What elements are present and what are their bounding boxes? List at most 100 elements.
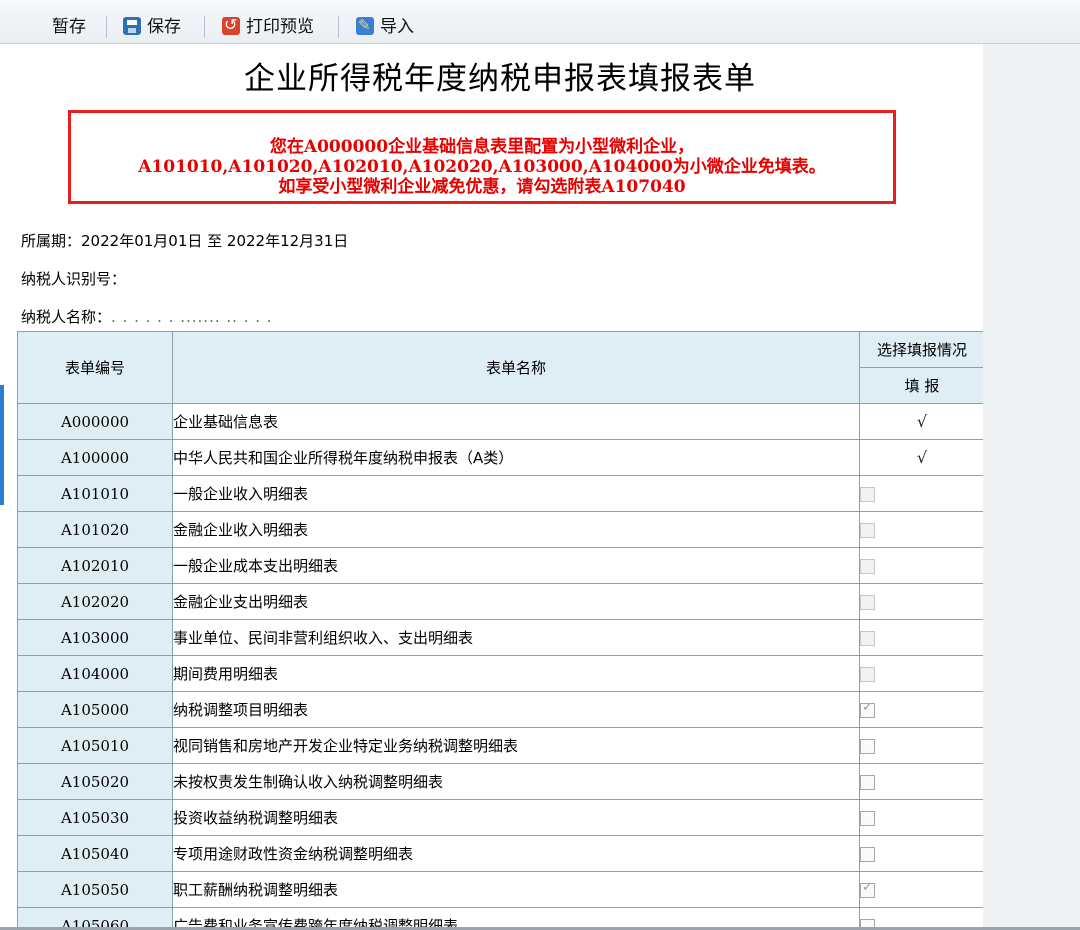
table-row: A000000 企业基础信息表 √ bbox=[17, 403, 983, 440]
toolbar: 暂存 保存 打印预览 导入 bbox=[0, 0, 1080, 44]
print-preview-label: 打印预览 bbox=[246, 17, 314, 37]
form-code: A105020 bbox=[17, 763, 173, 800]
fill-checkbox bbox=[860, 558, 875, 574]
column-header-fill: 填 报 bbox=[859, 367, 983, 404]
table-row: A105020 未按权责发生制确认收入纳税调整明细表 bbox=[17, 763, 983, 800]
temp-save-button[interactable]: 暂存 bbox=[52, 14, 86, 40]
form-name: 中华人民共和国企业所得税年度纳税申报表（A类） bbox=[172, 439, 860, 476]
toolbar-separator bbox=[204, 16, 205, 38]
column-header-select: 选择填报情况 bbox=[859, 331, 983, 368]
taxpayer-name: 纳税人名称：. . . . . . ....... .. . . . bbox=[21, 306, 273, 327]
left-edge-accent bbox=[0, 385, 4, 505]
fill-selection bbox=[859, 871, 983, 908]
form-name: 视同销售和房地产开发企业特定业务纳税调整明细表 bbox=[172, 727, 860, 764]
fill-checkbox[interactable] bbox=[860, 738, 875, 754]
notice-line: 如享受小型微利企业减免优惠，请勾选附表A107040 bbox=[278, 177, 686, 197]
form-code: A105050 bbox=[17, 871, 173, 908]
tax-period-value: 2022年01月01日 至 2022年12月31日 bbox=[81, 232, 349, 250]
import-icon bbox=[356, 12, 374, 38]
notice-line: A101010,A101020,A102010,A102020,A103000,… bbox=[138, 157, 826, 177]
print-preview-icon bbox=[222, 12, 240, 38]
table-row: A105000 纳税调整项目明细表 bbox=[17, 691, 983, 728]
fill-checkbox bbox=[860, 486, 875, 502]
filled-tick-icon: √ bbox=[916, 448, 928, 467]
form-code: A000000 bbox=[17, 403, 173, 440]
toolbar-separator bbox=[338, 16, 339, 38]
table-row: A103000 事业单位、民间非营利组织收入、支出明细表 bbox=[17, 619, 983, 656]
fill-checkbox bbox=[860, 666, 875, 682]
print-preview-button[interactable]: 打印预览 bbox=[222, 12, 314, 40]
fill-selection bbox=[859, 763, 983, 800]
form-name: 金融企业收入明细表 bbox=[172, 511, 860, 548]
fill-checkbox bbox=[860, 630, 875, 646]
form-code: A100000 bbox=[17, 439, 173, 476]
form-code: A105010 bbox=[17, 727, 173, 764]
small-enterprise-notice: 您在A000000企业基础信息表里配置为小型微利企业， A101010,A101… bbox=[68, 110, 896, 204]
form-code: A105000 bbox=[17, 691, 173, 728]
fill-selection bbox=[859, 475, 983, 512]
taxpayer-name-value: . . . . . . ....... .. . . . bbox=[111, 308, 273, 326]
taxpayer-name-label: 纳税人名称： bbox=[21, 308, 112, 326]
form-name: 一般企业收入明细表 bbox=[172, 475, 860, 512]
page-title: 企业所得税年度纳税申报表填报表单 bbox=[244, 61, 756, 97]
fill-checkbox[interactable] bbox=[860, 846, 875, 862]
table-row: A100000 中华人民共和国企业所得税年度纳税申报表（A类） √ bbox=[17, 439, 983, 476]
table-row: A105030 投资收益纳税调整明细表 bbox=[17, 799, 983, 836]
save-button[interactable]: 保存 bbox=[123, 14, 181, 40]
tax-period-label: 所属期： bbox=[21, 232, 82, 250]
form-name: 金融企业支出明细表 bbox=[172, 583, 860, 620]
form-code: A104000 bbox=[17, 655, 173, 692]
fill-checkbox[interactable] bbox=[860, 880, 875, 898]
save-label: 保存 bbox=[147, 17, 181, 37]
tax-period: 所属期：2022年01月01日 至 2022年12月31日 bbox=[21, 230, 348, 251]
form-document: 企业所得税年度纳税申报表填报表单 您在A000000企业基础信息表里配置为小型微… bbox=[17, 50, 983, 930]
form-name: 一般企业成本支出明细表 bbox=[172, 547, 860, 584]
form-name: 专项用途财政性资金纳税调整明细表 bbox=[172, 835, 860, 872]
table-row: A102020 金融企业支出明细表 bbox=[17, 583, 983, 620]
fill-selection: √ bbox=[859, 403, 983, 440]
fill-checkbox[interactable] bbox=[860, 810, 875, 826]
form-code: A102020 bbox=[17, 583, 173, 620]
form-name: 事业单位、民间非营利组织收入、支出明细表 bbox=[172, 619, 860, 656]
form-code: A103000 bbox=[17, 619, 173, 656]
import-label: 导入 bbox=[380, 17, 414, 37]
fill-checkbox[interactable] bbox=[860, 700, 875, 718]
form-code: A101020 bbox=[17, 511, 173, 548]
form-name: 投资收益纳税调整明细表 bbox=[172, 799, 860, 836]
table-row: A104000 期间费用明细表 bbox=[17, 655, 983, 692]
form-code: A105040 bbox=[17, 835, 173, 872]
table-row: A102010 一般企业成本支出明细表 bbox=[17, 547, 983, 584]
fill-checkbox bbox=[860, 522, 875, 538]
right-gutter bbox=[983, 44, 1080, 930]
fill-selection bbox=[859, 547, 983, 584]
fill-selection bbox=[859, 655, 983, 692]
fill-selection bbox=[859, 835, 983, 872]
form-code: A101010 bbox=[17, 475, 173, 512]
form-name: 职工薪酬纳税调整明细表 bbox=[172, 871, 860, 908]
fill-selection bbox=[859, 511, 983, 548]
table-row: A105040 专项用途财政性资金纳税调整明细表 bbox=[17, 835, 983, 872]
form-name: 企业基础信息表 bbox=[172, 403, 860, 440]
form-list-table: 表单编号 表单名称 选择填报情况 填 报 A000000 企业基础信息表 √ A100… bbox=[17, 331, 983, 930]
fill-checkbox[interactable] bbox=[860, 774, 875, 790]
table-row: A101010 一般企业收入明细表 bbox=[17, 475, 983, 512]
column-header-code: 表单编号 bbox=[17, 331, 173, 404]
fill-selection: √ bbox=[859, 439, 983, 476]
taxpayer-id-label: 纳税人识别号： bbox=[21, 270, 127, 288]
filled-tick-icon: √ bbox=[916, 412, 928, 431]
form-name: 期间费用明细表 bbox=[172, 655, 860, 692]
form-name: 未按权责发生制确认收入纳税调整明细表 bbox=[172, 763, 860, 800]
form-rows: A000000 企业基础信息表 √ A100000 中华人民共和国企业所得税年度纳税申报… bbox=[17, 403, 983, 930]
taxpayer-id: 纳税人识别号： bbox=[21, 268, 126, 289]
form-name: 纳税调整项目明细表 bbox=[172, 691, 860, 728]
toolbar-separator bbox=[106, 16, 107, 38]
fill-selection bbox=[859, 691, 983, 728]
table-row: A105050 职工薪酬纳税调整明细表 bbox=[17, 871, 983, 908]
save-icon bbox=[123, 17, 141, 35]
table-row: A105010 视同销售和房地产开发企业特定业务纳税调整明细表 bbox=[17, 727, 983, 764]
temp-save-label: 暂存 bbox=[52, 17, 86, 37]
import-button[interactable]: 导入 bbox=[356, 12, 414, 40]
table-row: A101020 金融企业收入明细表 bbox=[17, 511, 983, 548]
notice-line: 您在A000000企业基础信息表里配置为小型微利企业， bbox=[269, 137, 695, 157]
fill-selection bbox=[859, 799, 983, 836]
